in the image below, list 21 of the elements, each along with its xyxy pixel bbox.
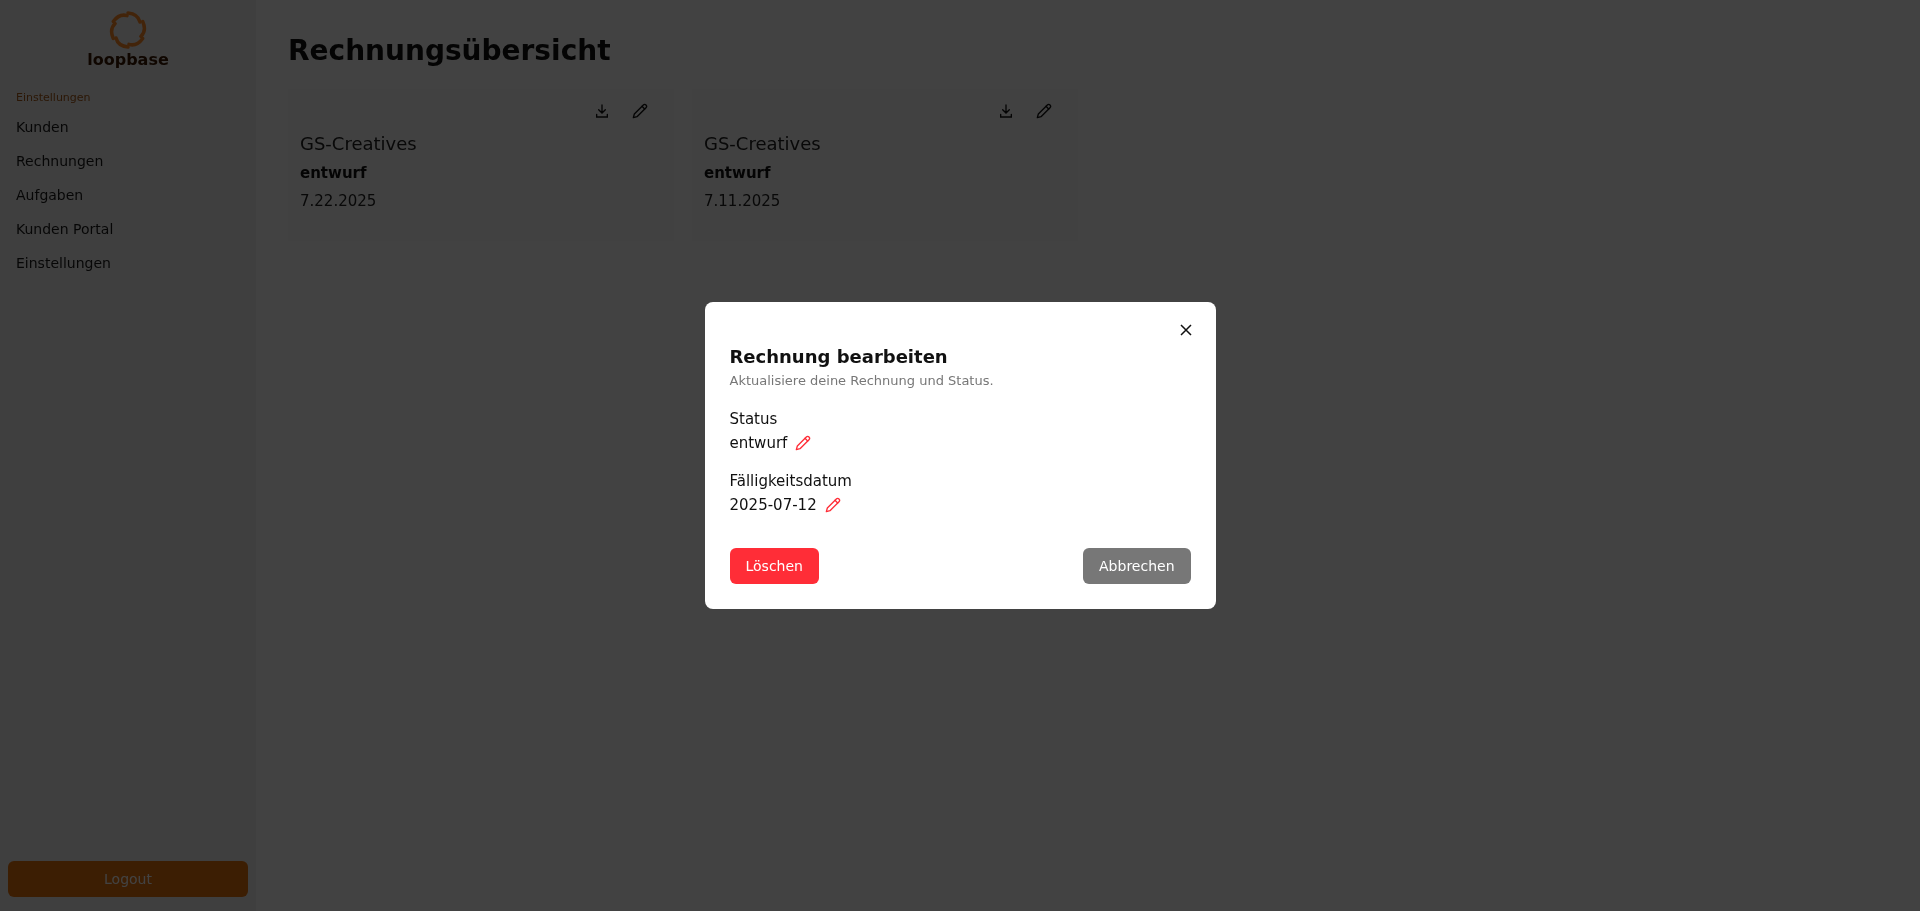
field-label: Status (729, 410, 779, 428)
section-label: Einstellungen (16, 91, 92, 104)
dialog-subtitle: Aktualisiere deine Rechnung und Status. (729, 373, 995, 388)
customer-name: GS-Creatives (300, 133, 418, 154)
customer-name: GS-Creatives (704, 133, 822, 154)
invoice-status: entwurf (704, 164, 772, 182)
close-icon (1179, 324, 1192, 336)
invoice-status: entwurf (300, 164, 368, 182)
cancel-button[interactable]: Abbrechen (1083, 548, 1191, 584)
pencil-icon[interactable] (824, 497, 841, 513)
dialog-title: Rechnung bearbeiten (729, 346, 949, 367)
field-label: Fälligkeitsdatum (729, 472, 853, 490)
logo-text: loopbase (87, 50, 169, 69)
invoice-date: 7.11.2025 (704, 192, 782, 210)
delete-button[interactable]: Löschen (729, 548, 819, 584)
pencil-icon[interactable] (795, 435, 812, 451)
field-value: entwurf (729, 434, 788, 452)
invoice-date: 7.22.2025 (300, 192, 378, 210)
field-value: 2025-07-12 (729, 496, 817, 514)
page-title: Rechnungsübersicht (288, 34, 612, 67)
close-button[interactable] (1179, 324, 1192, 336)
